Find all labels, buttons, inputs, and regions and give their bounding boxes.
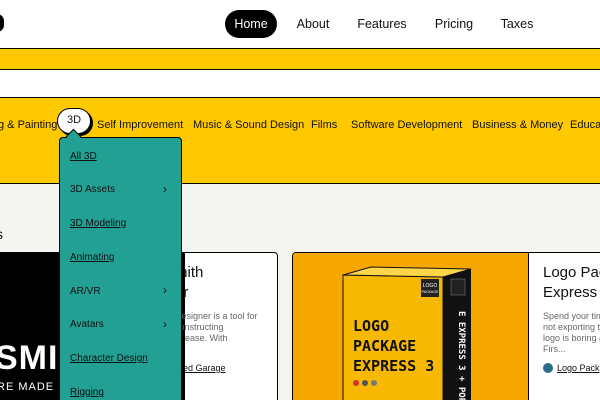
category-films[interactable]: Films [311, 114, 337, 136]
logo-icon[interactable] [0, 14, 4, 32]
box-badge-top: LOGO [423, 283, 438, 289]
category-self-improvement[interactable]: Self Improvement [97, 114, 183, 136]
description-line: constructing [175, 322, 224, 332]
nav-home[interactable]: Home [225, 10, 277, 38]
menu-item-all-3d[interactable]: All 3D [70, 151, 175, 162]
description-line: ... [175, 344, 275, 355]
menu-item-ar-vr[interactable]: AR/VR [70, 286, 175, 297]
author-avatar-icon [543, 363, 553, 373]
menu-item-3d-assets[interactable]: 3D Assets [70, 184, 175, 195]
description-line: logo is boring a [543, 333, 600, 343]
menu-item-3d-modeling[interactable]: 3D Modeling [70, 218, 175, 229]
category-drawing-painting[interactable]: g & Painting [0, 114, 57, 136]
author-name: Logo Pack [557, 363, 600, 373]
description-line: Firs... [543, 344, 566, 354]
top-navigation: Home About Features Pricing Taxes [0, 0, 600, 48]
category-education[interactable]: Educati [570, 114, 600, 136]
description-line: not exporting t [543, 322, 600, 332]
product-card[interactable]: LOGO PACKAGE LOGO PACKAGE EXPRESS 3 E EX… [292, 252, 600, 400]
box-spine-text: E EXPRESS 3 + PORTAL [456, 311, 466, 400]
menu-item-animating[interactable]: Animating [70, 252, 175, 263]
product-description: Spend your tim not exporting t logo is b… [543, 311, 600, 355]
box-title-line: EXPRESS 3 [353, 357, 434, 375]
thumbnail-title: SMI [0, 339, 59, 377]
search-band[interactable] [0, 70, 600, 98]
box-title-line: LOGO [353, 317, 389, 335]
chevron-right-icon[interactable]: › [163, 317, 167, 331]
menu-item-avatars[interactable]: Avatars [70, 319, 175, 330]
nav-pricing[interactable]: Pricing [428, 10, 480, 38]
category-music-sound-design[interactable]: Music & Sound Design [193, 114, 304, 136]
box-badge-bottom: PACKAGE [422, 290, 439, 294]
product-title-line: Express [543, 284, 598, 301]
menu-item-label: 3D Assets [70, 184, 116, 195]
box-title-line: PACKAGE [353, 337, 416, 355]
product-title-line: Logo Pac [543, 264, 600, 281]
menu-item-label: AR/VR [70, 286, 101, 297]
promo-banner [0, 48, 600, 70]
product-author-link[interactable]: Logo Pack [543, 363, 600, 373]
description-line: Spend your tim [543, 311, 600, 321]
nav-taxes[interactable]: Taxes [494, 10, 540, 38]
category-software-development[interactable]: Software Development [351, 114, 462, 136]
menu-item-rigging[interactable]: Rigging [70, 387, 175, 398]
product-description: Designer is a tool for constructing th e… [175, 311, 275, 355]
thumbnail-subtitle: RE MADE F [0, 381, 66, 393]
category-business-money[interactable]: Business & Money [472, 114, 563, 136]
menu-item-character-design[interactable]: Character Design [70, 353, 175, 364]
product-author-link[interactable]: ored Garage [175, 363, 226, 373]
chevron-right-icon[interactable]: › [163, 283, 167, 297]
chevron-right-icon[interactable]: › [163, 182, 167, 196]
menu-item-label: Avatars [70, 319, 104, 330]
description-line: Designer is a tool for [175, 311, 258, 321]
section-title: s [0, 226, 3, 242]
product-title[interactable]: Logo Pac Express [543, 263, 600, 303]
product-thumbnail[interactable]: LOGO PACKAGE LOGO PACKAGE EXPRESS 3 E EX… [293, 253, 529, 400]
description-line: th ease. With [175, 333, 228, 343]
nav-about[interactable]: About [290, 10, 336, 38]
nav-features[interactable]: Features [352, 10, 412, 38]
product-box-illustration: LOGO PACKAGE LOGO PACKAGE EXPRESS 3 E EX… [342, 266, 472, 400]
category-dropdown-3d: All 3D 3D Assets › 3D Modeling Animating… [59, 137, 182, 400]
